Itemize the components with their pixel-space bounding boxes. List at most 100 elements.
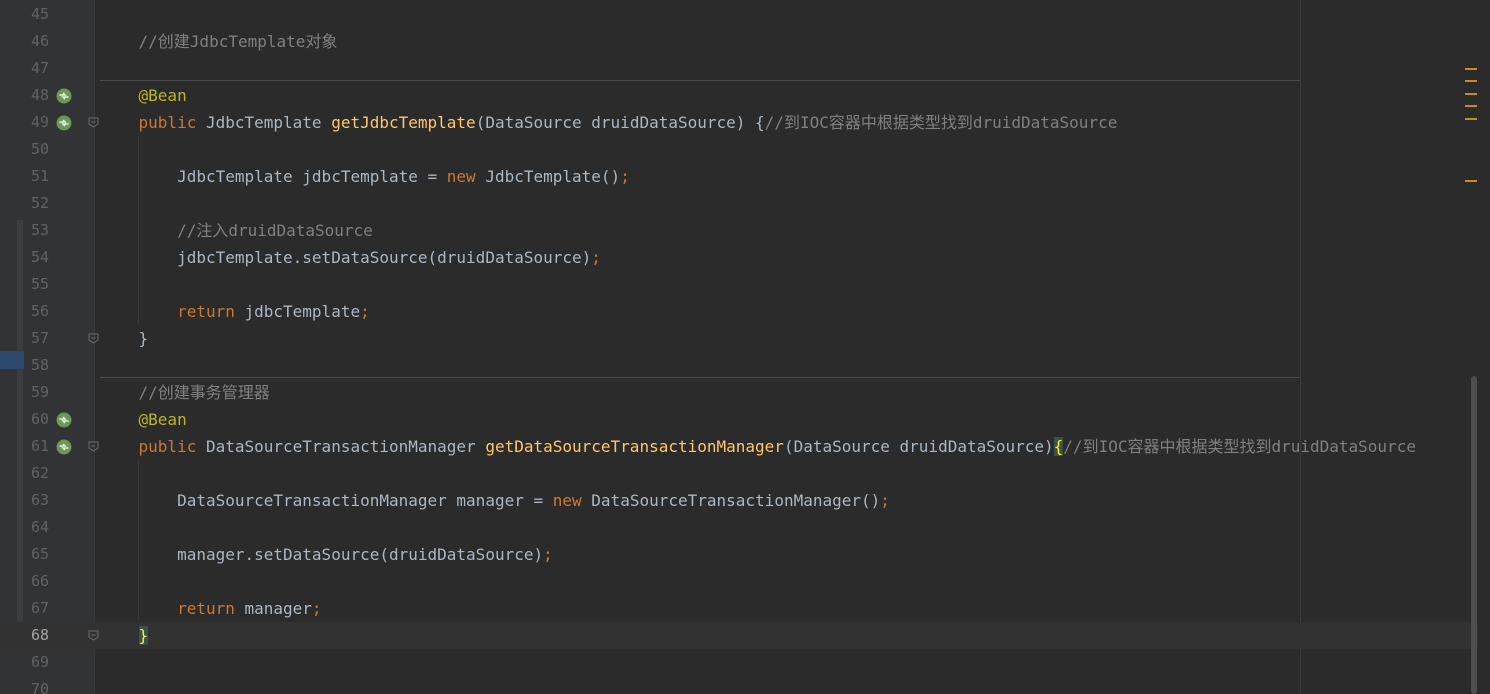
code-line[interactable]: 63 DataSourceTransactionManager manager … <box>0 487 1490 514</box>
code-token: //创建JdbcTemplate对象 <box>100 32 338 51</box>
code-text[interactable] <box>100 568 1468 595</box>
fold-marker-icon[interactable] <box>88 441 99 452</box>
code-line[interactable]: 65 manager.setDataSource(druidDataSource… <box>0 541 1490 568</box>
code-text[interactable] <box>100 460 1468 487</box>
code-token: ; <box>620 167 630 186</box>
code-token: { <box>1053 437 1064 456</box>
code-token: //注入druidDataSource <box>100 221 373 240</box>
warning-stripe-marker[interactable] <box>1465 105 1477 107</box>
code-line[interactable]: 45 <box>0 1 1490 28</box>
code-token: getDataSourceTransactionManager <box>485 437 784 456</box>
code-text[interactable]: } <box>100 622 1468 649</box>
warning-stripe-marker[interactable] <box>1465 68 1477 70</box>
code-line[interactable]: 56 return jdbcTemplate; <box>0 298 1490 325</box>
code-line[interactable]: 70 <box>0 676 1490 694</box>
code-token: return <box>177 302 235 321</box>
spring-bean-icon[interactable] <box>56 88 72 104</box>
code-line[interactable]: 67 return manager; <box>0 595 1490 622</box>
fold-marker-icon[interactable] <box>88 630 99 641</box>
code-text[interactable] <box>100 649 1468 676</box>
code-text[interactable] <box>100 190 1468 217</box>
line-number: 64 <box>30 518 49 536</box>
code-token: ; <box>591 248 601 267</box>
code-line[interactable]: 60 @Bean <box>0 406 1490 433</box>
code-line[interactable]: 47 <box>0 55 1490 82</box>
code-token: JdbcTemplate <box>196 113 332 132</box>
line-number: 48 <box>30 86 49 104</box>
code-editor[interactable]: 45 46 //创建JdbcTemplate对象 47 48 @Bean 49 publ… <box>0 0 1490 694</box>
code-text[interactable] <box>100 352 1468 379</box>
code-text[interactable]: jdbcTemplate.setDataSource(druidDataSour… <box>100 244 1468 271</box>
line-number: 59 <box>30 383 49 401</box>
code-text[interactable]: public DataSourceTransactionManager getD… <box>100 433 1468 460</box>
warning-stripe-marker[interactable] <box>1465 80 1477 82</box>
code-text[interactable]: //注入druidDataSource <box>100 217 1468 244</box>
fold-marker-icon[interactable] <box>88 117 99 128</box>
warning-stripe-marker[interactable] <box>1465 118 1477 120</box>
code-text[interactable]: return jdbcTemplate; <box>100 298 1468 325</box>
line-number: 68 <box>30 626 49 644</box>
vertical-scrollbar-thumb[interactable] <box>1471 376 1477 694</box>
fold-marker-icon[interactable] <box>88 333 99 344</box>
line-number: 61 <box>30 437 49 455</box>
code-line[interactable]: 49 public JdbcTemplate getJdbcTemplate(D… <box>0 109 1490 136</box>
warning-stripe-marker[interactable] <box>1465 180 1477 182</box>
code-text[interactable]: DataSourceTransactionManager manager = n… <box>100 487 1468 514</box>
code-token: new <box>446 167 476 186</box>
code-line[interactable]: 59 //创建事务管理器 <box>0 379 1490 406</box>
line-number: 67 <box>30 599 49 617</box>
code-token: jdbcTemplate <box>234 302 361 321</box>
code-line[interactable]: 58 <box>0 352 1490 379</box>
warning-stripe-marker[interactable] <box>1465 93 1477 95</box>
spring-bean-icon[interactable] <box>56 412 72 428</box>
code-line[interactable]: 64 <box>0 514 1490 541</box>
line-number: 57 <box>30 329 49 347</box>
code-text[interactable]: } <box>100 325 1468 352</box>
code-line[interactable]: 51 JdbcTemplate jdbcTemplate = new JdbcT… <box>0 163 1490 190</box>
code-line[interactable]: 54 jdbcTemplate.setDataSource(druidDataS… <box>0 244 1490 271</box>
code-line[interactable]: 50 <box>0 136 1490 163</box>
code-line[interactable]: 68 } <box>0 622 1490 649</box>
code-line[interactable]: 61 public DataSourceTransactionManager g… <box>0 433 1490 460</box>
code-text[interactable] <box>100 55 1468 82</box>
code-line[interactable]: 69 <box>0 649 1490 676</box>
code-text[interactable]: JdbcTemplate jdbcTemplate = new JdbcTemp… <box>100 163 1468 190</box>
code-token: //到IOC容器中根据类型找到druidDataSource <box>1063 437 1416 456</box>
code-line[interactable]: 53 //注入druidDataSource <box>0 217 1490 244</box>
vertical-scrollbar-track[interactable] <box>1478 0 1490 694</box>
code-token: jdbcTemplate.setDataSource(druidDataSour… <box>100 248 592 267</box>
code-line[interactable]: 52 <box>0 190 1490 217</box>
code-token: JdbcTemplate() <box>475 167 621 186</box>
code-line[interactable]: 46 //创建JdbcTemplate对象 <box>0 28 1490 55</box>
code-text[interactable]: public JdbcTemplate getJdbcTemplate(Data… <box>100 109 1468 136</box>
code-line[interactable]: 48 @Bean <box>0 82 1490 109</box>
code-text[interactable] <box>100 271 1468 298</box>
code-text[interactable]: manager.setDataSource(druidDataSource); <box>100 541 1468 568</box>
code-token: } <box>100 329 149 348</box>
code-line[interactable]: 55 <box>0 271 1490 298</box>
code-text[interactable]: @Bean <box>100 82 1468 109</box>
code-text[interactable]: @Bean <box>100 406 1468 433</box>
code-text[interactable]: return manager; <box>100 595 1468 622</box>
code-text[interactable] <box>100 136 1468 163</box>
code-text[interactable] <box>100 514 1468 541</box>
code-text[interactable] <box>100 1 1468 28</box>
code-token: public <box>138 437 197 456</box>
code-token: new <box>552 491 582 510</box>
line-number: 54 <box>30 248 49 266</box>
code-line[interactable]: 57 } <box>0 325 1490 352</box>
spring-bean-icon[interactable] <box>56 115 72 131</box>
code-text[interactable] <box>100 676 1468 694</box>
code-text[interactable]: //创建事务管理器 <box>100 379 1468 406</box>
code-text[interactable]: //创建JdbcTemplate对象 <box>100 28 1468 55</box>
code-token: @Bean <box>138 410 187 429</box>
code-token: DataSourceTransactionManager() <box>581 491 881 510</box>
code-token: DataSourceTransactionManager <box>196 437 486 456</box>
code-line[interactable]: 62 <box>0 460 1490 487</box>
code-line[interactable]: 66 <box>0 568 1490 595</box>
spring-bean-icon[interactable] <box>56 439 72 455</box>
